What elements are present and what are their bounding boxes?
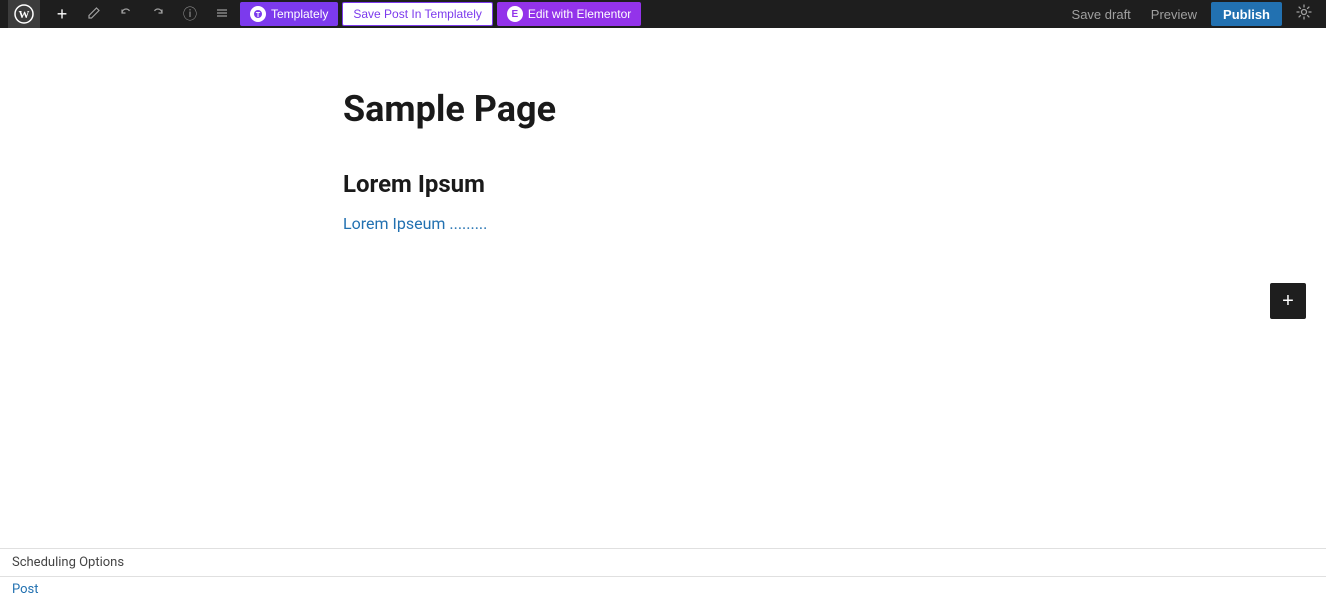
save-draft-button[interactable]: Save draft (1066, 4, 1137, 25)
elementor-label: Edit with Elementor (528, 7, 631, 21)
redo-button[interactable] (144, 0, 172, 28)
post-label[interactable]: Post (0, 577, 1326, 602)
preview-button[interactable]: Preview (1145, 4, 1203, 25)
publish-button[interactable]: Publish (1211, 2, 1282, 26)
lorem-link[interactable]: Lorem Ipseum ......... (343, 214, 487, 233)
editor-content: Sample Page Lorem Ipsum Lorem Ipseum ...… (323, 88, 1003, 233)
templately-button[interactable]: T Templately (240, 2, 338, 26)
wordpress-logo[interactable]: W (8, 0, 40, 28)
elementor-icon: E (507, 6, 523, 22)
templately-label: Templately (271, 7, 328, 21)
list-icon (215, 6, 229, 23)
editor-area: Sample Page Lorem Ipsum Lorem Ipseum ...… (0, 28, 1326, 602)
gear-icon (1296, 4, 1312, 25)
edit-button[interactable] (80, 0, 108, 28)
edit-elementor-button[interactable]: E Edit with Elementor (497, 2, 641, 26)
plus-float-icon: + (1282, 290, 1294, 313)
settings-button[interactable] (1290, 0, 1318, 28)
add-block-toolbar-button[interactable]: + (48, 0, 76, 28)
templately-icon: T (250, 6, 266, 22)
list-view-button[interactable] (208, 0, 236, 28)
scheduling-options[interactable]: Scheduling Options (0, 549, 1326, 577)
content-heading[interactable]: Lorem Ipsum (343, 170, 983, 198)
info-button[interactable]: ⓘ (176, 0, 204, 28)
bottom-bar: Scheduling Options Post (0, 548, 1326, 602)
info-icon: ⓘ (183, 4, 197, 24)
toolbar: W + ⓘ (0, 0, 1326, 28)
svg-text:T: T (256, 12, 261, 19)
save-templately-label: Save Post In Templately (353, 7, 482, 21)
undo-icon (119, 6, 133, 23)
pencil-icon (87, 6, 101, 23)
plus-icon: + (57, 5, 68, 23)
page-title[interactable]: Sample Page (343, 88, 983, 130)
wp-logo-icon: W (14, 4, 34, 24)
add-block-float-button[interactable]: + (1270, 283, 1306, 319)
undo-button[interactable] (112, 0, 140, 28)
redo-icon (151, 6, 165, 23)
save-post-templately-button[interactable]: Save Post In Templately (342, 2, 493, 26)
svg-text:W: W (19, 9, 30, 21)
toolbar-right: Save draft Preview Publish (1066, 0, 1318, 28)
